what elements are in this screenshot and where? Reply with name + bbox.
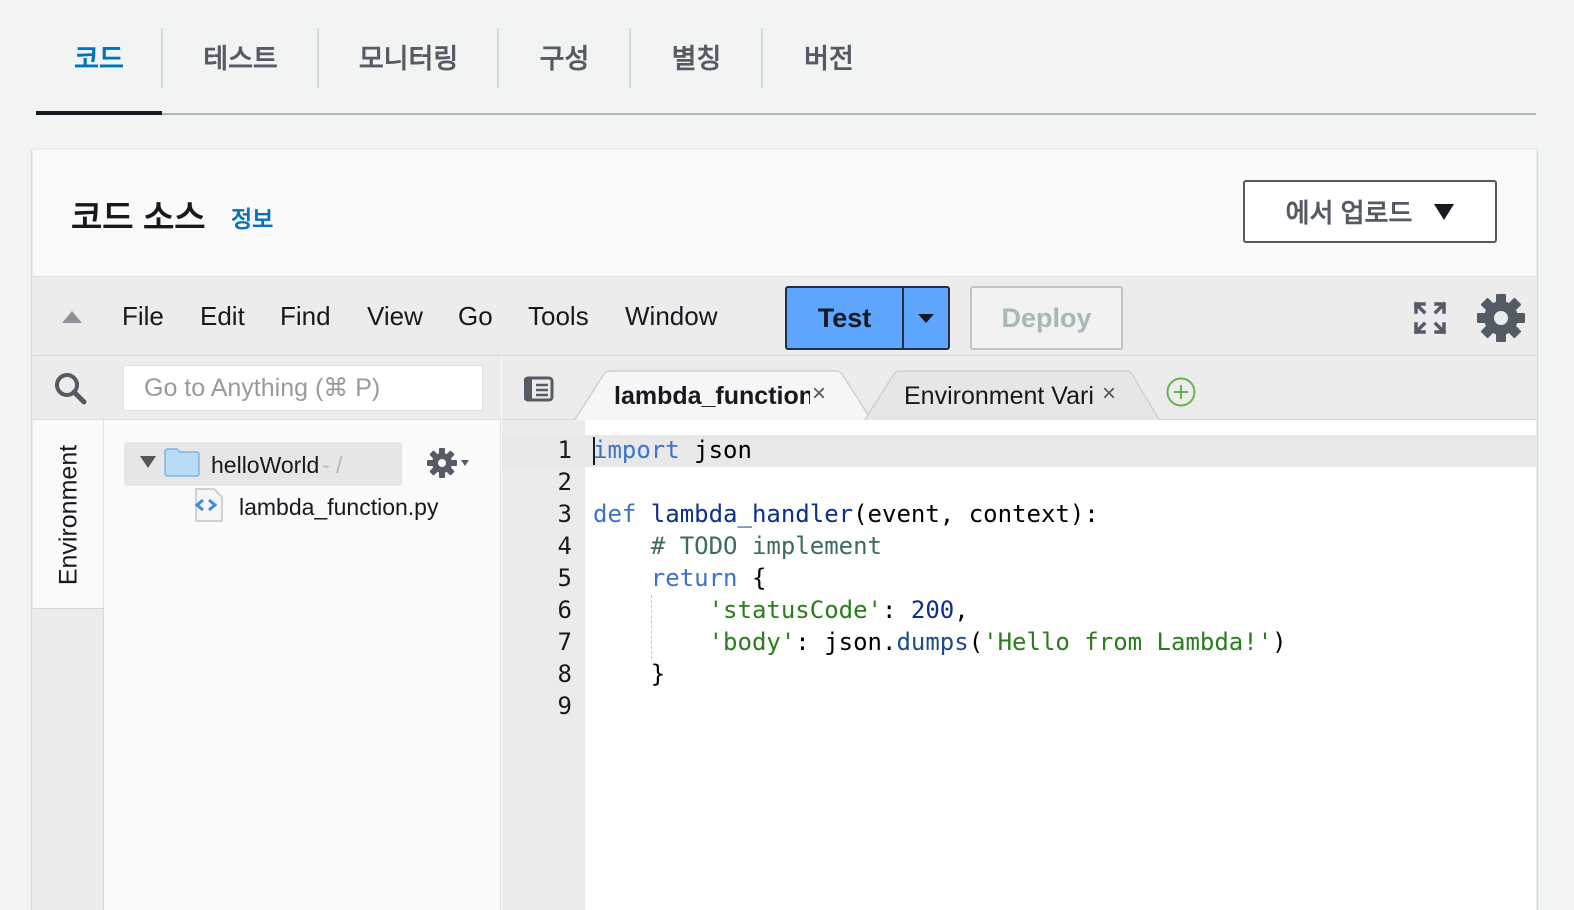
tab-code[interactable]: 코드 [36, 0, 162, 115]
ide-menubar: File Edit Find View Go Tools Window Test… [33, 276, 1536, 356]
method-name: dumps [896, 628, 969, 656]
code-line-8: } [593, 660, 666, 688]
code-source-panel: 코드 소스 정보 에서 업로드 File Edit Find View Go T… [32, 149, 1537, 910]
info-link[interactable]: 정보 [231, 200, 273, 234]
folder-icon [164, 448, 200, 477]
editor-tab-bar: lambda_function × Environment Vari × [502, 356, 1536, 421]
settings-gear-icon[interactable] [1476, 293, 1526, 343]
caret-down-icon [918, 313, 934, 323]
file-tree: helloWorld - / lambda_function.py [104, 420, 501, 910]
test-button[interactable]: Test [787, 288, 904, 348]
line-number: 8 [557, 660, 572, 688]
code-editor[interactable] [585, 420, 1536, 910]
line-number: 2 [557, 468, 572, 496]
close-tab-icon[interactable]: × [812, 380, 826, 408]
line-number: 3 [557, 500, 572, 528]
code-text: : json. [795, 628, 897, 656]
editor-tab-lambda-function[interactable]: lambda_function × [574, 370, 874, 421]
menu-go[interactable]: Go [458, 301, 493, 332]
code-line-5: return { [593, 564, 767, 592]
tab-label: Environment Vari [904, 382, 1094, 410]
tab-test[interactable]: 테스트 [163, 0, 318, 113]
folder-path: - / [322, 452, 343, 478]
upload-from-button[interactable]: 에서 업로드 [1243, 180, 1497, 243]
string-literal: 'body' [708, 628, 796, 656]
menu-edit[interactable]: Edit [200, 301, 245, 332]
code-line-1: import json [593, 436, 752, 464]
tab-aliases[interactable]: 별칭 [631, 0, 762, 113]
code-line-6: 'statusCode': 200, [593, 596, 969, 624]
goto-search-bar [33, 356, 501, 420]
upload-from-label: 에서 업로드 [1285, 198, 1413, 228]
line-number: 7 [557, 628, 572, 656]
tree-settings-gear-icon[interactable] [426, 446, 474, 480]
goto-anything-input[interactable] [123, 365, 483, 411]
close-tab-icon[interactable]: × [1102, 380, 1116, 408]
function-tabs: 코드 테스트 모니터링 구성 별칭 버전 [36, 0, 1536, 115]
fullscreen-icon[interactable] [1413, 301, 1447, 335]
code-text: json [679, 436, 752, 464]
code-text: ) [1272, 628, 1287, 656]
caret-down-icon [1434, 203, 1455, 220]
test-dropdown-button[interactable] [904, 288, 948, 348]
line-number: 1 [557, 436, 572, 464]
code-text: , [954, 596, 969, 624]
editor-tab-environment-variables[interactable]: Environment Vari × [864, 370, 1162, 421]
code-text: : [881, 596, 911, 624]
menu-tools[interactable]: Tools [528, 301, 589, 332]
collapse-up-icon[interactable] [62, 311, 82, 323]
code-line-7: 'body': json.dumps('Hello from Lambda!') [593, 628, 1287, 656]
string-literal: 'statusCode' [708, 596, 882, 624]
tab-list-icon[interactable] [524, 376, 554, 402]
menu-find[interactable]: Find [280, 301, 331, 332]
keyword: return [650, 564, 738, 592]
keyword: import [593, 436, 680, 464]
line-number: 5 [557, 564, 572, 592]
tab-versions[interactable]: 버전 [763, 0, 895, 113]
code-line-4: # TODO implement [593, 532, 882, 560]
file-lambda-function[interactable]: lambda_function.py [239, 494, 438, 521]
environment-tab[interactable]: Environment [55, 445, 84, 585]
code-text: { [737, 564, 767, 592]
tab-configuration[interactable]: 구성 [499, 0, 630, 113]
expand-caret-icon[interactable] [140, 456, 156, 468]
code-text: ( [968, 628, 984, 656]
tab-label: lambda_function [614, 382, 810, 410]
folder-name: helloWorld [211, 452, 320, 478]
tab-monitoring[interactable]: 모니터링 [319, 0, 498, 113]
rail-background [33, 608, 104, 910]
line-number: 6 [557, 596, 572, 624]
menu-window[interactable]: Window [625, 301, 717, 332]
function-name: lambda_handler [636, 500, 854, 528]
text-cursor [593, 437, 595, 465]
number-literal: 200 [910, 596, 955, 624]
tree-root-folder[interactable]: helloWorld - / [124, 442, 402, 486]
search-icon[interactable] [53, 371, 87, 405]
test-button-group: Test [785, 286, 950, 350]
code-text: (event, context): [853, 500, 1099, 528]
deploy-button[interactable]: Deploy [970, 286, 1123, 350]
code-line-3: def lambda_handler(event, context): [593, 500, 1099, 528]
add-tab-icon[interactable] [1165, 376, 1197, 408]
menu-file[interactable]: File [122, 301, 164, 332]
line-number: 4 [557, 532, 572, 560]
python-file-icon [194, 488, 223, 522]
keyword: def [593, 500, 637, 528]
panel-title: 코드 소스 [71, 199, 206, 237]
line-number: 9 [557, 692, 572, 720]
menu-view[interactable]: View [367, 301, 423, 332]
string-literal: 'Hello from Lambda!' [983, 628, 1273, 656]
